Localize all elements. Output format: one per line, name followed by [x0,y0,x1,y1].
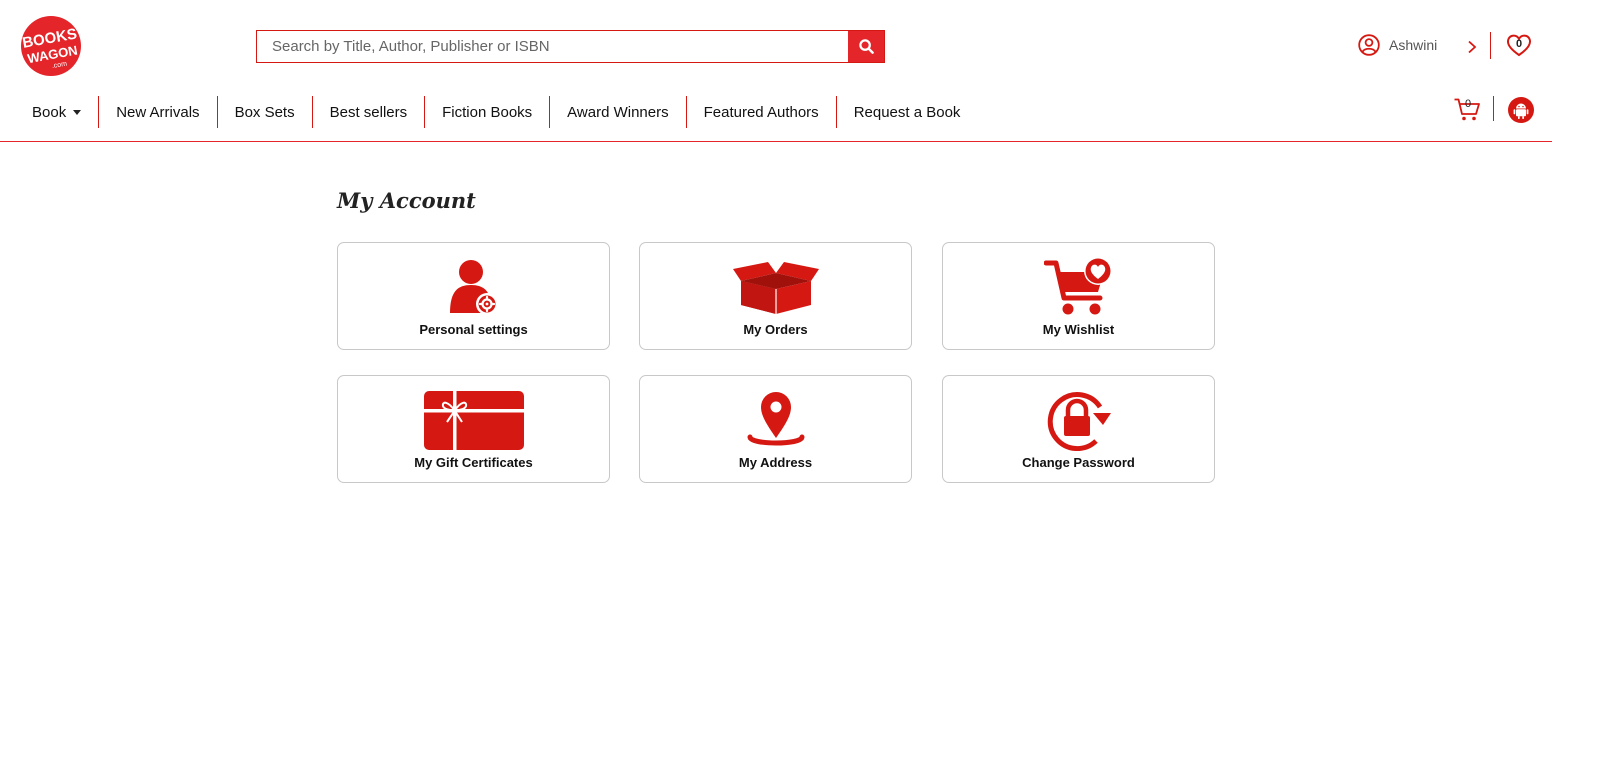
card-label: Change Password [1022,455,1135,470]
gift-card-icon [423,391,524,450]
wishlist-count: 0 [1515,38,1523,50]
nav-item-award-winners[interactable]: Award Winners [549,96,685,128]
search-icon [858,39,874,54]
user-menu[interactable]: Ashwini [1358,34,1437,56]
nav-item-featured-authors[interactable]: Featured Authors [685,96,836,128]
search-button[interactable] [848,31,884,62]
nav-item-fiction-books[interactable]: Fiction Books [424,96,549,128]
bookswagon-logo[interactable]: BOOKS WAGON .com [16,16,86,76]
nav-item-new-arrivals[interactable]: New Arrivals [98,96,216,128]
cart-count: 0 [1465,98,1472,110]
nav-divider [1493,96,1494,121]
card-label: My Orders [743,322,808,337]
map-pin-icon [747,392,804,446]
user-name: Ashwini [1389,37,1438,53]
header-divider [1490,32,1491,59]
nav-item-box-sets[interactable]: Box Sets [216,96,312,128]
nav-item-request-a-book[interactable]: Request a Book [835,96,978,128]
user-settings-icon [449,260,498,315]
header-bottom-border [0,141,1552,142]
card-label: My Gift Certificates [414,455,533,470]
chevron-right-icon[interactable] [1467,40,1477,54]
nav-item-label: Fiction Books [442,103,533,121]
nav-item-label: Book [32,103,67,121]
card-personal-settings[interactable]: Personal settings [337,242,610,350]
user-circle-icon [1358,34,1380,56]
card-label: My Address [738,455,813,470]
card-my-gift-certificates[interactable]: My Gift Certificates [337,375,610,483]
nav-item-best-sellers[interactable]: Best sellers [311,96,425,128]
search-bar [256,30,885,63]
nav-item-label: Request a Book [853,103,961,121]
page-title: My Account [337,188,476,213]
lock-refresh-icon [1047,392,1111,451]
search-input[interactable] [257,31,848,62]
nav-item-label: Award Winners [567,103,669,121]
nav-item-label: Featured Authors [703,103,819,121]
nav-item-label: Best sellers [329,103,408,121]
card-my-address[interactable]: My Address [639,375,912,483]
card-my-wishlist[interactable]: My Wishlist [942,242,1215,350]
nav-item-book[interactable]: Book [16,96,98,128]
card-label: My Wishlist [1042,322,1115,337]
android-icon[interactable] [1508,97,1534,123]
card-my-orders[interactable]: My Orders [639,242,912,350]
card-change-password[interactable]: Change Password [942,375,1215,483]
open-box-icon [732,262,819,314]
nav-item-label: Box Sets [234,103,295,121]
nav-item-label: New Arrivals [116,103,200,121]
main-nav: Book New Arrivals Box Sets Best sellers … [16,96,977,128]
cart-heart-icon [1043,257,1112,315]
card-label: Personal settings [419,322,528,337]
caret-down-icon [73,109,82,115]
